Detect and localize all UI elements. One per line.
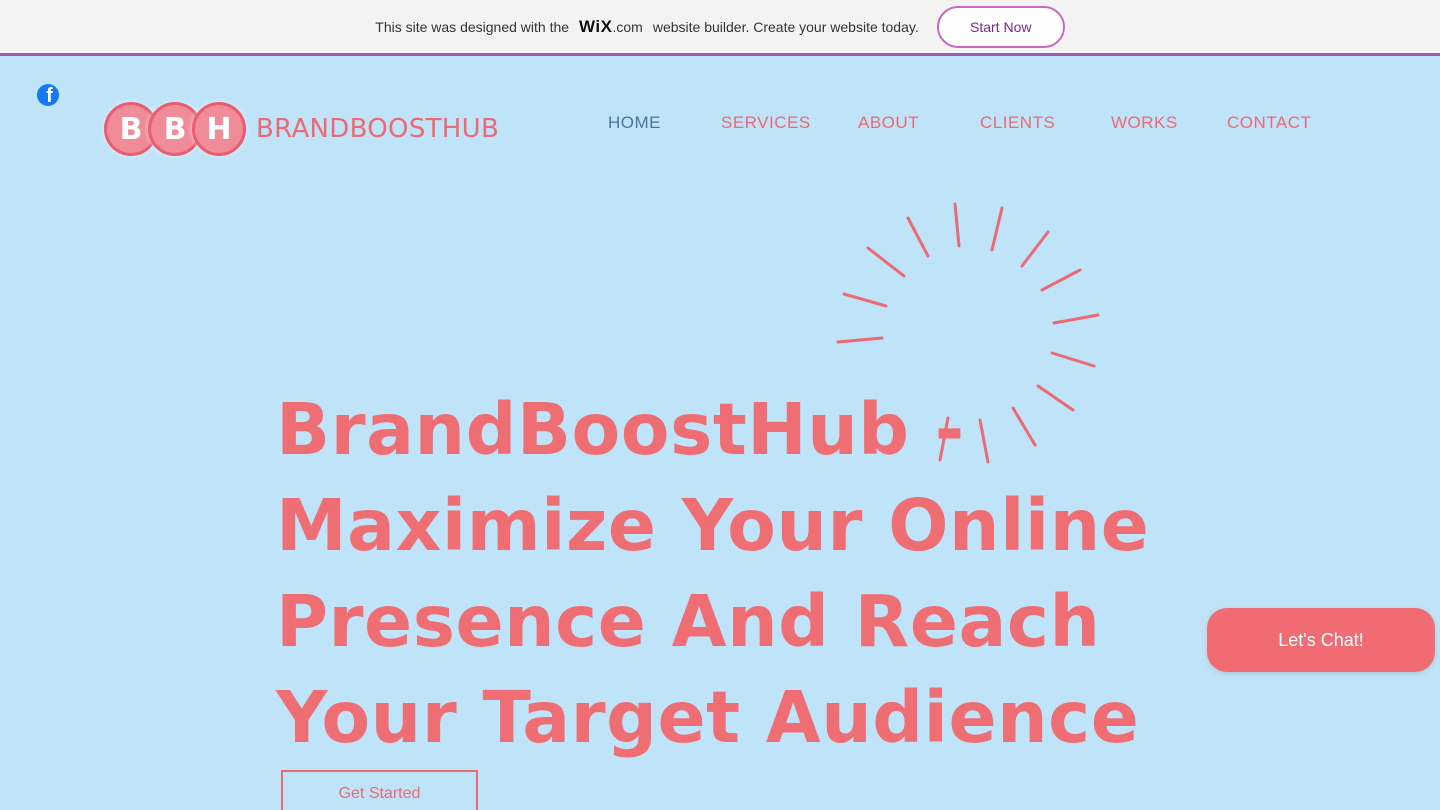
site-logo[interactable]: B B H BRANDBOOSTHUB [104, 100, 499, 158]
get-started-button[interactable]: Get Started [281, 770, 478, 810]
headline-line-4: Your Target Audience [276, 676, 1140, 759]
wix-logo-text: WiX [579, 16, 613, 36]
logo-mark: B B H [104, 100, 246, 158]
nav-item-works[interactable]: WORKS [1111, 113, 1178, 133]
headline-line-1: BrandBoostHub - [276, 388, 965, 471]
headline-line-3: Presence And Reach [276, 580, 1101, 663]
wix-logo: WiX.com [579, 17, 643, 37]
facebook-icon[interactable]: f [37, 84, 59, 106]
wix-banner: This site was designed with the WiX.com … [0, 0, 1440, 56]
nav-item-about[interactable]: ABOUT [858, 113, 919, 133]
headline-line-2: Maximize Your Online [276, 484, 1150, 567]
chat-button[interactable]: Let's Chat! [1207, 608, 1435, 672]
banner-text-after: website builder. Create your website tod… [652, 18, 919, 35]
banner-text-before: This site was designed with the [375, 18, 570, 35]
start-now-button[interactable]: Start Now [936, 5, 1065, 48]
nav-item-home[interactable]: HOME [608, 113, 661, 133]
logo-name: BRANDBOOSTHUB [256, 114, 500, 144]
nav-item-services[interactable]: SERVICES [721, 113, 811, 133]
nav-item-contact[interactable]: CONTACT [1227, 113, 1311, 133]
hero-headline: BrandBoostHub - Maximize Your Online Pre… [276, 382, 1156, 766]
nav-item-clients[interactable]: CLIENTS [980, 113, 1055, 133]
wix-logo-suffix: .com [612, 18, 643, 35]
logo-letter-h: H [192, 102, 246, 156]
